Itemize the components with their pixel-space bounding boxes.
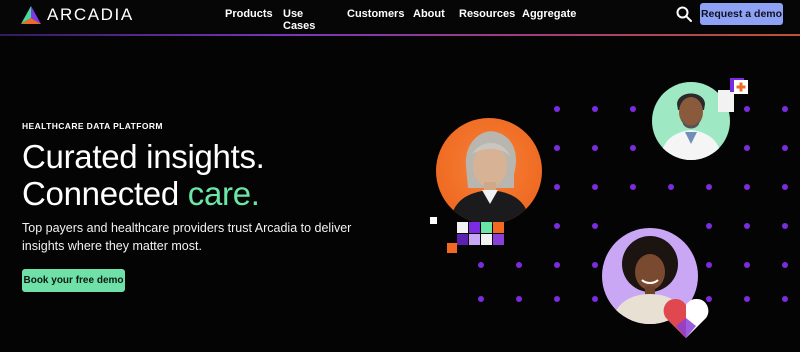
woman-portrait [436, 118, 542, 224]
decorative-dot [668, 184, 674, 190]
decorative-dot [516, 296, 522, 302]
hero-eyebrow: HEALTHCARE DATA PLATFORM [22, 121, 163, 131]
nav-products[interactable]: Products [225, 8, 273, 20]
decorative-dot [744, 223, 750, 229]
decorative-dot [744, 106, 750, 112]
decorative-dot [516, 262, 522, 268]
decorative-dot [592, 184, 598, 190]
hero-visual [420, 60, 800, 352]
decorative-dot [630, 184, 636, 190]
decorative-dot [744, 145, 750, 151]
decorative-dot [782, 106, 788, 112]
decorative-dot [592, 106, 598, 112]
headline-line-2: Connected care. [22, 175, 265, 212]
decorative-dot [478, 296, 484, 302]
decorative-dot [554, 145, 560, 151]
decorative-dot [554, 184, 560, 190]
decorative-dot [478, 262, 484, 268]
arcadia-logo-icon [21, 6, 41, 24]
decorative-dot [554, 106, 560, 112]
decorative-dot [706, 223, 712, 229]
arcadia-logo[interactable]: ARCADIA [20, 5, 134, 25]
nav-resources[interactable]: Resources [459, 8, 515, 20]
nav-about[interactable]: About [413, 8, 445, 20]
request-demo-button[interactable]: Request a demo [700, 3, 783, 25]
pixel-cluster [457, 222, 505, 248]
decorative-dot [744, 296, 750, 302]
hero-subtext: Top payers and healthcare providers trus… [22, 221, 352, 253]
decorative-dot [782, 145, 788, 151]
decorative-dot [592, 262, 598, 268]
nav-customers[interactable]: Customers [347, 8, 404, 20]
nav-use-cases[interactable]: Use Cases [283, 8, 315, 32]
pixel-square [447, 243, 457, 253]
decorative-dot [744, 262, 750, 268]
decorative-dot [554, 223, 560, 229]
decorative-dot [782, 223, 788, 229]
nav-aggregate[interactable]: Aggregate [522, 8, 576, 20]
decorative-dot [706, 184, 712, 190]
pixel-square [430, 217, 437, 224]
medical-card [718, 90, 734, 112]
woman-portrait-art [450, 131, 530, 224]
decorative-dot [554, 262, 560, 268]
decorative-dot [630, 145, 636, 151]
hero-headline: Curated insights. Connected care. [22, 138, 265, 212]
decorative-dot [592, 145, 598, 151]
site-header: ARCADIA Products Use Cases Customers Abo… [0, 0, 800, 34]
header-divider [0, 34, 800, 36]
headline-accent: care. [187, 175, 260, 212]
decorative-dot [782, 296, 788, 302]
decorative-dot [744, 184, 750, 190]
heart-icon [663, 298, 709, 338]
logo-text: ARCADIA [47, 5, 134, 24]
decorative-dot [706, 262, 712, 268]
medical-cross-icon [734, 80, 748, 94]
decorative-dot [630, 106, 636, 112]
headline-line-2-prefix: Connected [22, 175, 188, 212]
decorative-dot [592, 296, 598, 302]
decorative-dot [782, 184, 788, 190]
decorative-dot [554, 296, 560, 302]
search-icon[interactable] [676, 6, 692, 22]
headline-line-1: Curated insights. [22, 138, 265, 175]
decorative-dot [782, 262, 788, 268]
decorative-dot [592, 223, 598, 229]
book-demo-button[interactable]: Book your free demo [22, 269, 125, 292]
